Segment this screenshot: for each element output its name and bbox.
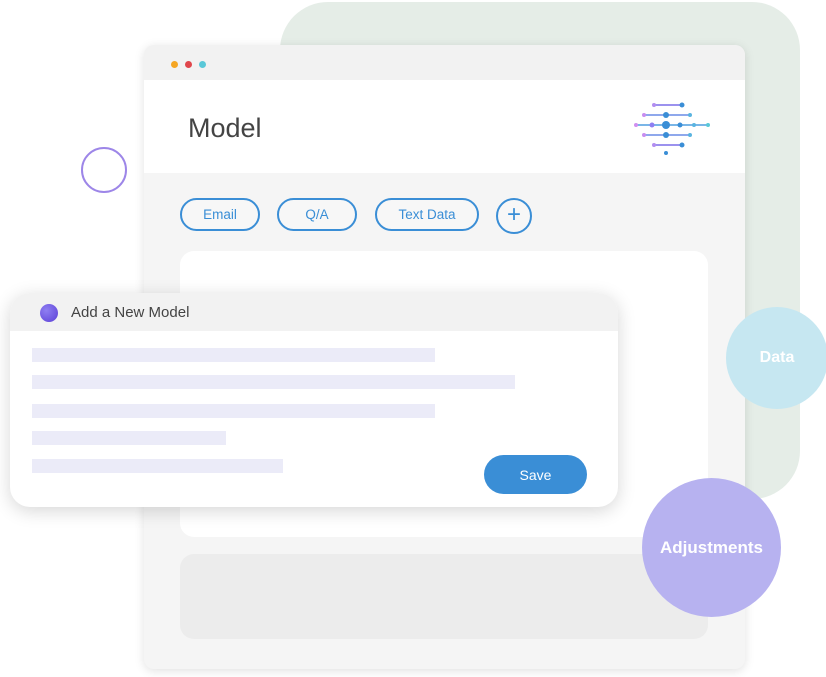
footer-panel	[180, 554, 708, 639]
adjustments-circle: Adjustments	[642, 478, 781, 617]
window-dot-red[interactable]	[185, 61, 192, 68]
chip-text-data[interactable]: Text Data	[375, 198, 479, 231]
window-header: Model	[144, 80, 745, 173]
add-model-dialog: Add a New Model Save	[10, 293, 618, 507]
chip-email[interactable]: Email	[180, 198, 260, 231]
window-dot-teal[interactable]	[199, 61, 206, 68]
dialog-title: Add a New Model	[71, 304, 190, 321]
data-circle: Data	[726, 307, 826, 409]
form-placeholder-line	[32, 348, 435, 362]
neural-network-logo-icon	[634, 102, 710, 155]
form-placeholder-line	[32, 459, 283, 473]
decorative-ring	[81, 147, 127, 193]
window-dot-orange[interactable]	[171, 61, 178, 68]
dialog-header: Add a New Model	[10, 293, 618, 331]
save-button[interactable]: Save	[484, 455, 587, 494]
window-titlebar	[144, 45, 745, 80]
form-placeholder-line	[32, 431, 226, 445]
add-chip-button[interactable]: +	[496, 198, 532, 234]
form-placeholder-line	[32, 375, 515, 389]
model-badge-icon	[40, 304, 58, 322]
page-title: Model	[188, 113, 262, 143]
form-placeholder-line	[32, 404, 435, 418]
chip-qa[interactable]: Q/A	[277, 198, 357, 231]
